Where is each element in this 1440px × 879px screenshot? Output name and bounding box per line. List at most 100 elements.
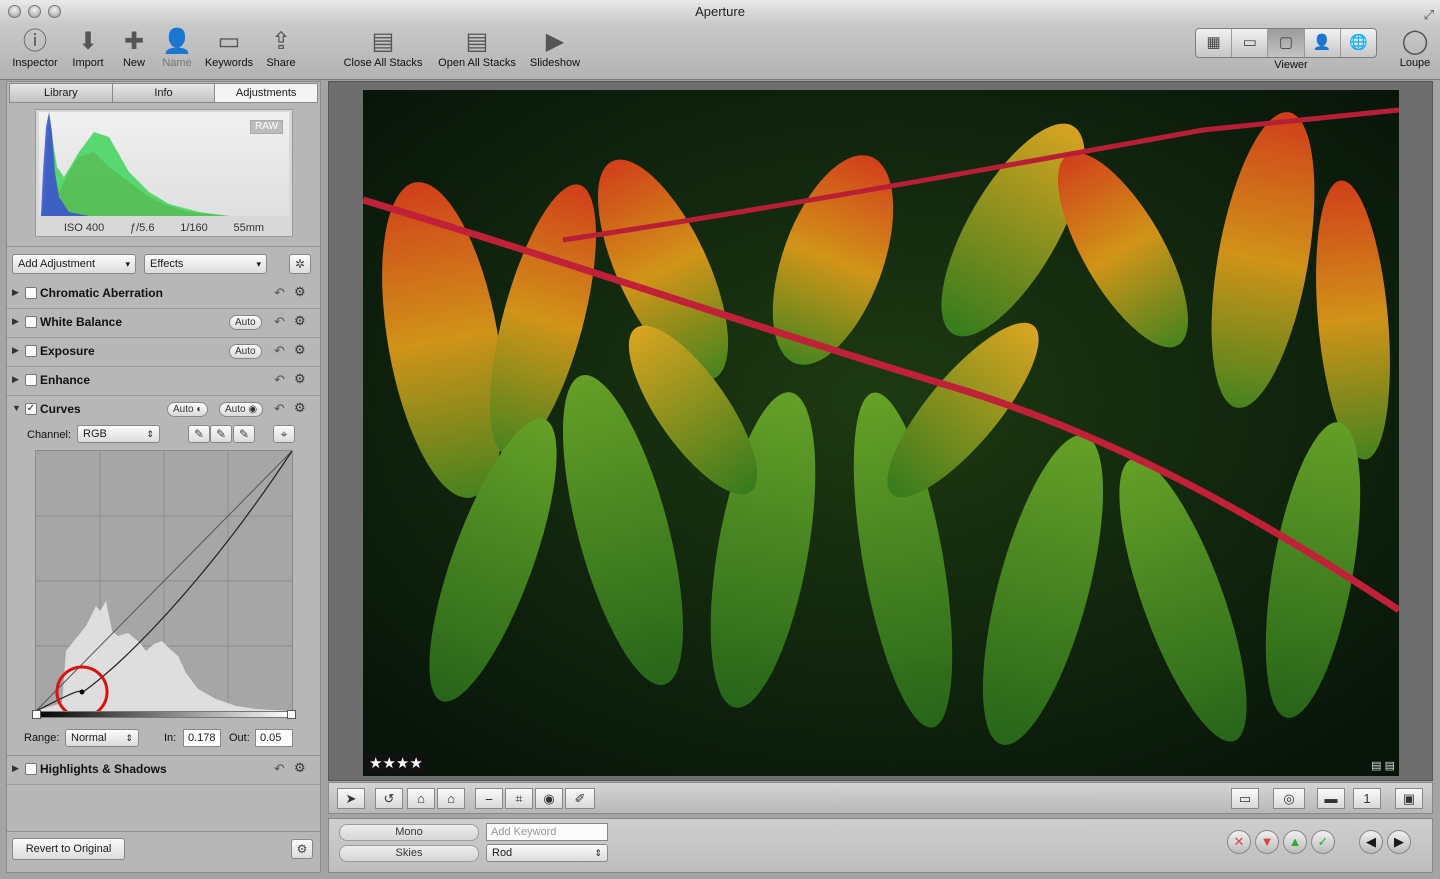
channel-popup[interactable]: RGB bbox=[77, 425, 160, 443]
brick-title: Chromatic Aberration bbox=[40, 286, 163, 300]
highlights-shadows-checkbox[interactable] bbox=[25, 763, 37, 775]
loupe-icon: ◯ bbox=[1401, 28, 1429, 55]
effects-popup[interactable]: Effects bbox=[144, 254, 267, 274]
previous-image-icon[interactable]: ◀ bbox=[1359, 830, 1383, 854]
camera-settings-icon[interactable]: ◎ bbox=[1273, 788, 1305, 809]
filmstrip-view-icon[interactable]: ▭ bbox=[1232, 29, 1269, 57]
revert-to-original-button[interactable]: Revert to Original bbox=[12, 838, 125, 860]
curves-checkbox[interactable]: ✓ bbox=[25, 403, 37, 415]
tab-adjustments[interactable]: Adjustments bbox=[215, 84, 318, 102]
viewer-view-icon[interactable]: ▢ bbox=[1268, 29, 1305, 57]
disclosure-triangle-icon[interactable]: ▶ bbox=[12, 316, 19, 327]
curves-brick: ▼ ✓ Curves Auto ◐ Auto ◉ ↶ ⚙ bbox=[7, 396, 320, 425]
disclosure-triangle-icon[interactable]: ▶ bbox=[12, 374, 19, 385]
next-image-icon[interactable]: ▶ bbox=[1387, 830, 1411, 854]
select-icon[interactable]: ✓ bbox=[1311, 830, 1335, 854]
add-adjustment-popup[interactable]: Add Adjustment bbox=[12, 254, 136, 274]
stamp-tool-icon[interactable]: ⌂ bbox=[437, 788, 465, 809]
preset-button-skies[interactable]: Skies bbox=[339, 845, 479, 862]
gear-icon[interactable]: ⚙ bbox=[294, 760, 306, 776]
curves-graph[interactable] bbox=[35, 450, 293, 719]
disclosure-triangle-icon[interactable]: ▶ bbox=[12, 345, 19, 356]
rotate-tool-icon[interactable]: ↺ bbox=[375, 788, 403, 809]
zoom-window-button[interactable] bbox=[48, 5, 61, 18]
reset-icon[interactable]: ↶ bbox=[274, 285, 285, 301]
places-view-icon[interactable]: 🌐 bbox=[1341, 29, 1376, 57]
single-view-icon[interactable]: 1 bbox=[1353, 788, 1381, 809]
disclosure-triangle-icon[interactable]: ▶ bbox=[12, 763, 19, 774]
auto-rgb-button[interactable]: Auto ◉ bbox=[219, 402, 264, 417]
brush-tool-icon[interactable]: ✐ bbox=[565, 788, 595, 809]
grid-view-icon[interactable]: ▦ bbox=[1196, 29, 1233, 57]
enhance-brick: ▶ Enhance ↶ ⚙ bbox=[7, 367, 320, 396]
channel-label: Channel: bbox=[27, 429, 72, 441]
add-point-crosshair-icon[interactable]: ⌖ bbox=[273, 425, 295, 443]
import-button[interactable]: ⬇ Import bbox=[66, 27, 110, 77]
photo-sumac-leaves[interactable]: ★★★★ ▤ ▤ bbox=[363, 90, 1399, 776]
share-button[interactable]: ⇪ Share bbox=[260, 27, 302, 77]
reset-icon[interactable]: ↶ bbox=[274, 761, 285, 777]
minimize-window-button[interactable] bbox=[28, 5, 41, 18]
white-point-eyedropper-icon[interactable]: ✎ bbox=[233, 425, 255, 443]
reset-icon[interactable]: ↶ bbox=[274, 372, 285, 388]
metadata-overlay-icon[interactable]: ▤ ▤ bbox=[1371, 759, 1395, 772]
increase-rating-icon[interactable]: ▲ bbox=[1283, 830, 1307, 854]
crop-tool-icon[interactable]: ⌗ bbox=[505, 788, 533, 809]
keyword-set-popup[interactable]: Rod bbox=[486, 844, 608, 862]
plus-icon: ✚ bbox=[123, 28, 145, 55]
reset-icon[interactable]: ↶ bbox=[274, 343, 285, 359]
reject-icon[interactable]: ✕ bbox=[1227, 830, 1251, 854]
slideshow-button[interactable]: ▶ Slideshow bbox=[526, 27, 584, 77]
flag-icon[interactable]: ▬ bbox=[1317, 788, 1345, 809]
inspector-button[interactable]: ⓘ Inspector bbox=[6, 27, 64, 77]
in-value-field[interactable]: 0.178 bbox=[183, 729, 221, 747]
curves-svg bbox=[35, 450, 293, 719]
open-all-stacks-button[interactable]: ▤ Open All Stacks bbox=[434, 27, 520, 77]
selection-tool-icon[interactable]: ➤ bbox=[337, 788, 365, 809]
straighten-tool-icon[interactable]: ⎯ bbox=[475, 788, 503, 809]
disclosure-triangle-open-icon[interactable]: ▼ bbox=[12, 403, 21, 413]
black-point-handle[interactable] bbox=[32, 710, 41, 719]
enhance-checkbox[interactable] bbox=[25, 374, 37, 386]
reset-icon[interactable]: ↶ bbox=[274, 314, 285, 330]
preset-button-mono[interactable]: Mono bbox=[339, 824, 479, 841]
auto-button[interactable]: Auto bbox=[229, 315, 262, 330]
gray-point-eyedropper-icon[interactable]: ✎ bbox=[210, 425, 232, 443]
viewer-pane: ★★★★ ▤ ▤ bbox=[328, 81, 1433, 781]
auto-button[interactable]: Auto bbox=[229, 344, 262, 359]
reset-icon[interactable]: ↶ bbox=[274, 401, 285, 417]
chromatic-aberration-checkbox[interactable] bbox=[25, 287, 37, 299]
keywords-button[interactable]: ▭ Keywords bbox=[200, 27, 258, 77]
tab-library[interactable]: Library bbox=[10, 84, 113, 102]
new-button[interactable]: ✚ New bbox=[116, 27, 152, 77]
gear-icon[interactable]: ⚙ bbox=[294, 313, 306, 329]
gear-icon[interactable]: ⚙ bbox=[294, 400, 306, 416]
tab-info[interactable]: Info bbox=[113, 84, 216, 102]
gear-icon[interactable]: ⚙ bbox=[291, 839, 313, 859]
filmstrip-toggle-icon[interactable]: ▭ bbox=[1231, 788, 1259, 809]
gear-icon[interactable]: ⚙ bbox=[294, 371, 306, 387]
range-popup[interactable]: Normal bbox=[65, 729, 139, 747]
loupe-button[interactable]: ◯ Loupe bbox=[1392, 27, 1438, 77]
disclosure-triangle-icon[interactable]: ▶ bbox=[12, 287, 19, 298]
gear-icon[interactable]: ⚙ bbox=[294, 342, 306, 358]
name-button[interactable]: 👤 Name bbox=[157, 27, 197, 77]
compare-view-icon[interactable]: ▣ bbox=[1395, 788, 1423, 809]
close-window-button[interactable] bbox=[8, 5, 21, 18]
close-all-stacks-button[interactable]: ▤ Close All Stacks bbox=[340, 27, 426, 77]
auto-luminance-button[interactable]: Auto ◐ bbox=[167, 402, 209, 417]
red-eye-tool-icon[interactable]: ◉ bbox=[535, 788, 563, 809]
fullscreen-icon[interactable]: ⤢ bbox=[1424, 3, 1434, 26]
out-value-field[interactable]: 0.05 bbox=[255, 729, 293, 747]
black-point-eyedropper-icon[interactable]: ✎ bbox=[188, 425, 210, 443]
quick-brush-icon[interactable]: ✲ bbox=[289, 254, 311, 274]
exposure-checkbox[interactable] bbox=[25, 345, 37, 357]
white-balance-checkbox[interactable] bbox=[25, 316, 37, 328]
lift-tool-icon[interactable]: ⌂ bbox=[407, 788, 435, 809]
faces-view-icon[interactable]: 👤 bbox=[1305, 29, 1341, 57]
decrease-rating-icon[interactable]: ▼ bbox=[1255, 830, 1279, 854]
add-keyword-field[interactable]: Add Keyword bbox=[486, 823, 608, 841]
gear-icon[interactable]: ⚙ bbox=[294, 284, 306, 300]
exposure-brick: ▶ Exposure Auto ↶ ⚙ bbox=[7, 338, 320, 367]
white-point-handle[interactable] bbox=[287, 710, 296, 719]
